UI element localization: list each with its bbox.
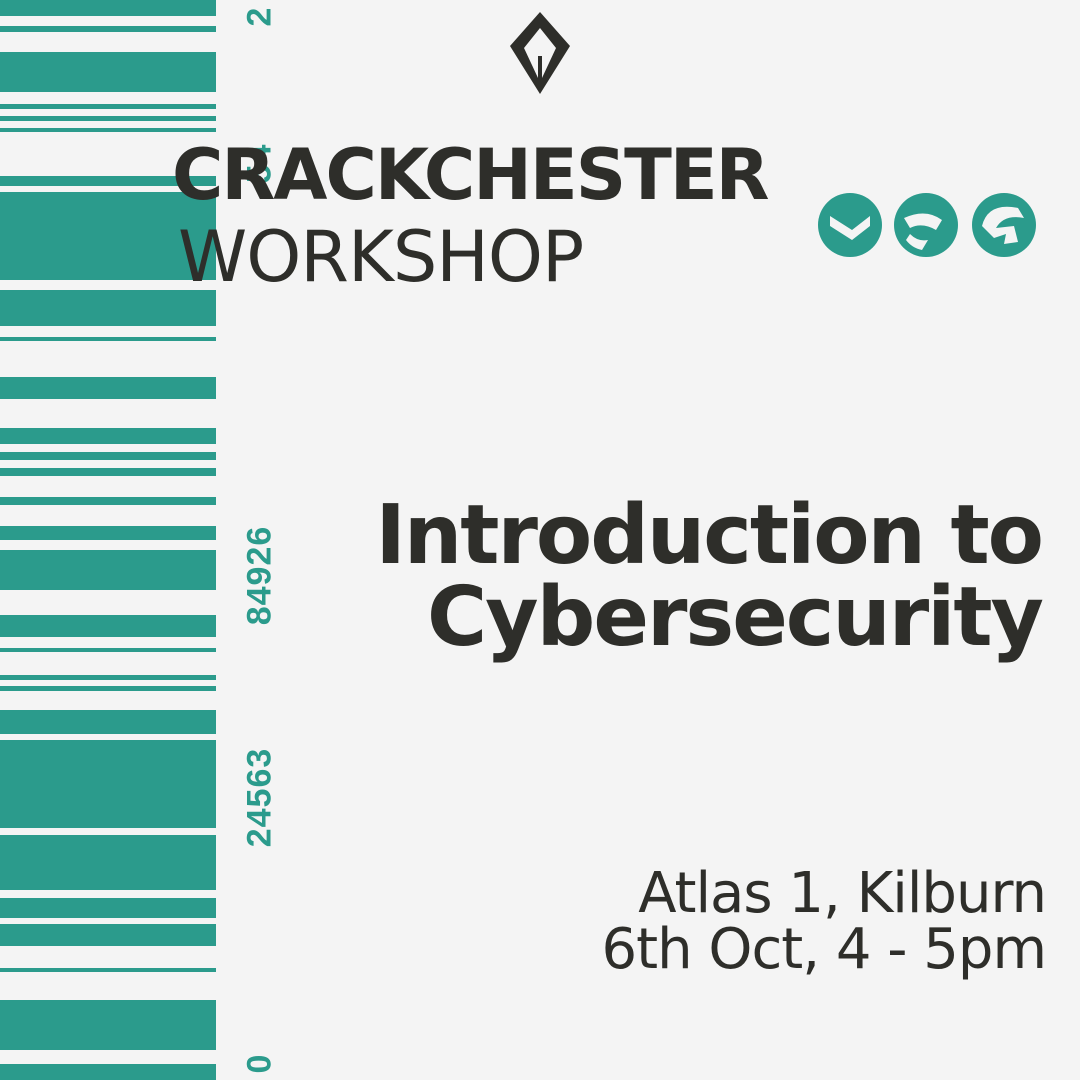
barcode-digit: 2 [240, 6, 279, 26]
barcode-bar [0, 615, 216, 637]
event-location: Atlas 1, Kilburn [638, 861, 1047, 926]
barcode-bar [0, 675, 216, 680]
barcode-bar [0, 686, 216, 691]
event-poster: 2 54 84926 24563 0 CRACKCHESTER WORKSHOP… [0, 0, 1080, 1080]
brand-title: CRACKCHESTER [172, 134, 770, 216]
barcode-bar [0, 526, 216, 540]
pen-nib-icon [510, 12, 570, 94]
barcode-bar [0, 648, 216, 652]
event-details: Atlas 1, Kilburn 6th Oct, 4 - 5pm [446, 861, 1047, 982]
barcode-bar [0, 452, 216, 460]
barcode-digit: 0 [240, 1053, 279, 1073]
barcode-bar [0, 377, 216, 399]
barcode-bar [0, 52, 216, 92]
barcode-digit: 24563 [240, 747, 279, 847]
barcode-bar [0, 104, 216, 109]
ess-partner-logo [818, 193, 1036, 257]
barcode-bar [0, 1064, 216, 1080]
barcode-digit: 84926 [240, 525, 279, 625]
barcode-bar [0, 1000, 216, 1050]
barcode-bar [0, 898, 216, 918]
barcode-bar [0, 710, 216, 734]
barcode-bar [0, 428, 216, 444]
barcode-bar [0, 337, 216, 341]
barcode-bar [0, 116, 216, 121]
barcode-bar [0, 0, 216, 16]
event-title: Introduction to Cybersecurity [282, 488, 1044, 665]
barcode-bar [0, 924, 216, 946]
barcode-bar [0, 26, 216, 32]
barcode-bar [0, 550, 216, 590]
barcode-bar [0, 468, 216, 476]
barcode-bar [0, 128, 216, 132]
event-title-line: Cybersecurity [427, 570, 1044, 665]
barcode-bar [0, 497, 216, 505]
brand-subtitle: WORKSHOP [178, 216, 584, 298]
event-title-line: Introduction to [375, 488, 1044, 583]
event-datetime: 6th Oct, 4 - 5pm [601, 917, 1047, 982]
barcode-bar [0, 968, 216, 972]
barcode-bar [0, 835, 216, 890]
barcode-bar [0, 740, 216, 828]
